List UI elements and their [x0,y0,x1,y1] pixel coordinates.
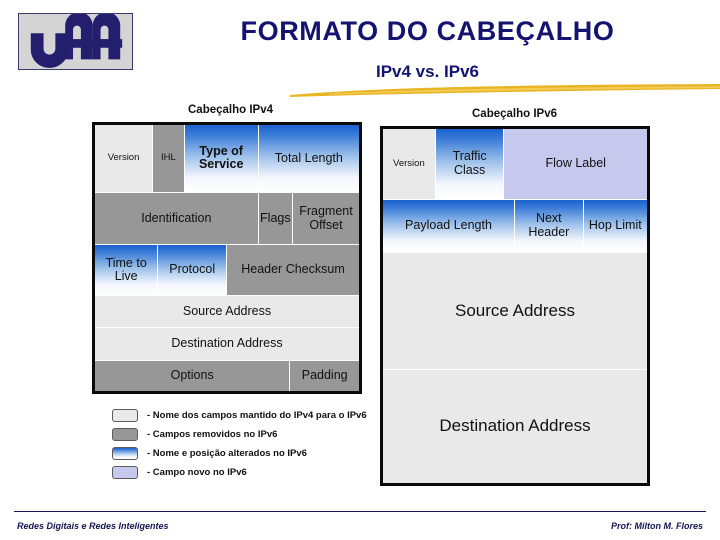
ipv4-field-ihl: IHL [153,125,185,193]
ipv4-header-diagram: Version IHL Type of Service Total Length Ide… [92,122,362,394]
uff-logo [18,13,133,70]
ipv6-field-row: Payload Length Next Header Hop Limit [383,199,647,253]
uff-logo-mark [19,14,132,69]
legend-item: - Nome e posição alterados no IPv6 [112,444,382,463]
ipv4-field-source-address: Source Address [95,295,359,329]
ipv6-field-hop-limit: Hop Limit [583,199,647,253]
ipv4-field-row: Version IHL Type of Service Total Length [95,125,359,193]
ipv4-field-row: Identification Flags Fragment Offset [95,192,359,246]
legend-swatch-changed [112,447,138,460]
ipv6-field-version: Version [383,129,436,200]
ipv4-field-row: Source Address [95,295,359,329]
ipv4-field-destination-address: Destination Address [95,328,359,361]
ipv6-field-source-address: Source Address [383,252,647,370]
ipv4-field-flags: Flags [258,192,293,246]
ipv6-field-next-header: Next Header [515,199,584,253]
legend-label: - Campos removidos no IPv6 [147,429,278,440]
ipv4-field-options: Options [95,360,291,391]
ipv4-field-protocol: Protocol [158,245,227,296]
legend-label: - Nome e posição alterados no IPv6 [147,448,307,459]
footer-course-name: Redes Digitais e Redes Inteligentes [17,521,169,531]
legend-label: - Campo novo no IPv6 [147,467,247,478]
page-subtitle: IPv4 vs. IPv6 [375,62,480,81]
ipv4-field-version: Version [95,125,154,193]
legend-label: - Nome dos campos mantido do IPv4 para o… [147,410,367,421]
ipv4-field-row: Options Padding [95,360,359,391]
legend-swatch-kept [112,409,138,422]
ipv6-field-traffic-class: Traffic Class [435,129,505,200]
ipv4-field-total-length: Total Length [258,125,359,193]
ipv6-field-row: Version Traffic Class Flow Label [383,129,647,200]
ipv6-field-flow-label: Flow Label [504,129,647,200]
legend-item: - Nome dos campos mantido do IPv4 para o… [112,406,382,425]
legend: - Nome dos campos mantido do IPv4 para o… [112,406,382,482]
ipv4-field-padding: Padding [290,360,359,391]
ipv4-field-time-to-live: Time to Live [95,245,159,296]
swoosh-shape [290,84,720,97]
page-title: FORMATO DO CABEÇALHO [240,16,615,46]
ipv6-field-destination-address: Destination Address [383,369,647,483]
ipv6-panel-caption: Cabeçalho IPv6 [472,108,558,120]
legend-swatch-new [112,466,138,479]
ipv4-field-row: Time to Live Protocol Header Checksum [95,245,359,296]
ipv6-field-row: Source Address [383,252,647,370]
ipv4-field-identification: Identification [95,192,259,246]
ipv6-field-payload-length: Payload Length [383,199,515,253]
ipv4-field-type-of-service: Type of Service [184,125,259,193]
legend-item: - Campo novo no IPv6 [112,463,382,482]
ipv4-field-header-checksum: Header Checksum [226,245,359,296]
ipv4-field-row: Destination Address [95,328,359,361]
legend-item: - Campos removidos no IPv6 [112,425,382,444]
footer-author: Prof: Milton M. Flores [611,521,703,531]
legend-swatch-removed [112,428,138,441]
ipv6-field-row: Destination Address [383,369,647,483]
ipv4-panel-caption: Cabeçalho IPv4 [188,104,274,116]
accent-swoosh-decoration [290,84,720,98]
footer-divider [14,511,706,512]
ipv6-header-diagram: Version Traffic Class Flow Label Payload Le… [380,126,650,486]
ipv4-field-fragment-offset: Fragment Offset [292,192,359,246]
